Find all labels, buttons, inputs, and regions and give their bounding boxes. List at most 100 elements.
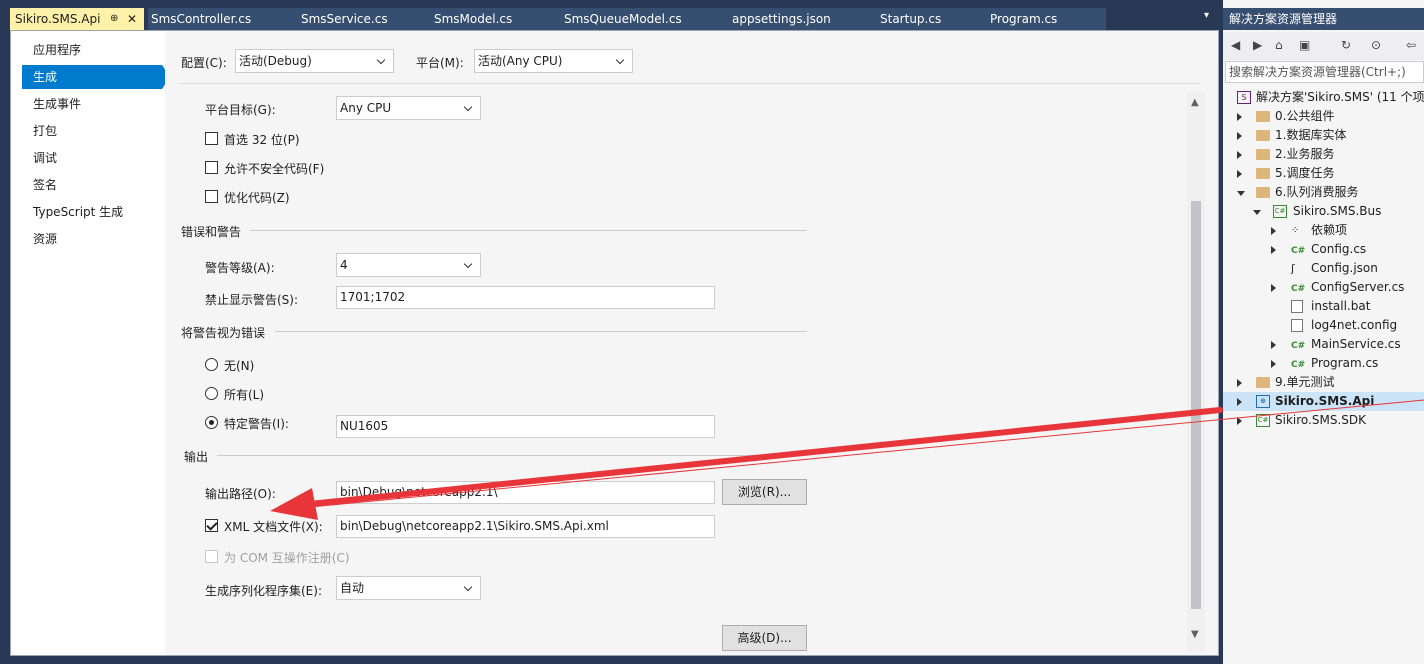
expand-icon[interactable] [1271, 360, 1276, 368]
tree-item-project-selected[interactable]: ⊕ Sikiro.SMS.Api [1223, 392, 1424, 411]
tree-item-file[interactable]: C# ConfigServer.cs [1223, 278, 1424, 297]
expand-icon[interactable] [1271, 246, 1276, 254]
prefer-32bit-checkbox[interactable] [205, 132, 218, 145]
nav-build-events[interactable]: 生成事件 [22, 92, 162, 116]
nav-resources[interactable]: 资源 [22, 227, 162, 251]
optimize-code-checkbox[interactable] [205, 190, 218, 203]
tab-smsmodel[interactable]: SmsModel.cs [434, 8, 512, 30]
nav-debug[interactable]: 调试 [22, 146, 162, 170]
serialization-value: 自动 [340, 581, 365, 595]
tab-sikiro-sms-api[interactable]: Sikiro.SMS.Api ⊕ ✕ [10, 8, 144, 30]
advanced-button[interactable]: 高级(D)... [722, 625, 807, 651]
expand-icon[interactable] [1237, 170, 1242, 178]
browse-button[interactable]: 浏览(R)... [722, 479, 807, 505]
collapse-icon[interactable] [1253, 210, 1261, 215]
configuration-select[interactable]: 活动(Debug) [235, 49, 394, 73]
platform-value: 活动(Any CPU) [478, 54, 563, 68]
suppress-warnings-input[interactable]: 1701;1702 [336, 286, 715, 309]
tab-appsettings[interactable]: appsettings.json [732, 8, 831, 30]
expand-icon[interactable] [1237, 113, 1242, 121]
scroll-thumb[interactable] [1191, 201, 1201, 609]
tree-item-folder-open[interactable]: 6.队列消费服务 [1223, 183, 1424, 202]
tree-item-project[interactable]: C# Sikiro.SMS.Bus [1223, 202, 1424, 221]
tree-item-project[interactable]: C# Sikiro.SMS.SDK [1223, 411, 1424, 430]
section-divider [217, 455, 807, 456]
tab-smscontroller[interactable]: SmsController.cs [151, 8, 251, 30]
tree-label: 0.公共组件 [1275, 109, 1335, 123]
tree-item-folder[interactable]: 5.调度任务 [1223, 164, 1424, 183]
expand-icon[interactable] [1237, 417, 1242, 425]
expand-icon[interactable] [1237, 132, 1242, 140]
tab-startup[interactable]: Startup.cs [880, 8, 941, 30]
scroll-down-icon[interactable]: ▼ [1191, 629, 1199, 640]
expand-icon[interactable] [1237, 379, 1242, 387]
tree-item-file[interactable]: install.bat [1223, 297, 1424, 316]
forward-icon[interactable]: ▶ [1253, 38, 1262, 52]
nav-build[interactable]: 生成 [22, 65, 170, 89]
output-path-input[interactable]: bin\Debug\netcoreapp2.1\ [336, 481, 715, 504]
sync-icon[interactable]: ↻ [1341, 38, 1351, 52]
serialization-label: 生成序列化程序集(E): [205, 584, 322, 598]
radio-all[interactable] [205, 387, 218, 400]
tree-item-folder[interactable]: 0.公共组件 [1223, 107, 1424, 126]
expand-icon[interactable] [1271, 284, 1276, 292]
tree-item-folder[interactable]: 2.业务服务 [1223, 145, 1424, 164]
tree-item-folder[interactable]: 1.数据库实体 [1223, 126, 1424, 145]
solution-search-input[interactable]: 搜索解决方案资源管理器(Ctrl+;) [1225, 61, 1424, 83]
serialization-select[interactable]: 自动 [336, 576, 481, 600]
platform-target-select[interactable]: Any CPU [336, 96, 481, 120]
expand-icon[interactable] [1237, 151, 1242, 159]
section-divider [250, 230, 807, 231]
expand-icon[interactable] [1237, 398, 1242, 406]
specific-warnings-input[interactable]: NU1605 [336, 415, 715, 438]
tab-smsqueuemodel[interactable]: SmsQueueModel.cs [564, 8, 682, 30]
radio-none[interactable] [205, 358, 218, 371]
tree-item-file[interactable]: C# Config.cs [1223, 240, 1424, 259]
allow-unsafe-checkbox[interactable] [205, 161, 218, 174]
tab-program[interactable]: Program.cs [990, 8, 1057, 30]
platform-select[interactable]: 活动(Any CPU) [474, 49, 633, 73]
chevron-down-icon [463, 577, 475, 599]
csharp-project-icon: C# [1273, 205, 1287, 218]
chevron-down-icon [615, 50, 627, 72]
pin-icon[interactable]: ⊕ [110, 8, 118, 30]
expand-icon[interactable] [1271, 227, 1276, 235]
expand-icon[interactable] [1271, 341, 1276, 349]
tree-item-file[interactable]: C# Program.cs [1223, 354, 1424, 373]
tree-label: 9.单元测试 [1275, 375, 1335, 389]
tab-overflow-dropdown-icon[interactable]: ▾ [1204, 10, 1209, 21]
chevron-down-icon [376, 50, 388, 72]
tree-item-file[interactable]: ʃ Config.json [1223, 259, 1424, 278]
switch-views-icon[interactable]: ▣ [1299, 38, 1310, 52]
xml-doc-path-input[interactable]: bin\Debug\netcoreapp2.1\Sikiro.SMS.Api.x… [336, 515, 715, 538]
tree-item-folder[interactable]: 9.单元测试 [1223, 373, 1424, 392]
warning-level-select[interactable]: 4 [336, 253, 481, 277]
nav-typescript-build[interactable]: TypeScript 生成 [22, 200, 162, 224]
tree-item-file[interactable]: C# MainService.cs [1223, 335, 1424, 354]
tree-item-solution[interactable]: S 解决方案'Sikiro.SMS' (11 个项 [1223, 88, 1424, 107]
tree-label: 6.队列消费服务 [1275, 185, 1359, 199]
allow-unsafe-label: 允许不安全代码(F) [224, 162, 325, 176]
tree-label: Config.json [1311, 261, 1378, 275]
vertical-scrollbar[interactable]: ▲ ▼ [1187, 91, 1205, 651]
collapse-all-icon[interactable]: ⇦ [1406, 38, 1416, 52]
collapse-icon[interactable] [1237, 191, 1245, 196]
close-icon[interactable]: ✕ [127, 8, 137, 30]
tree-item-dependencies[interactable]: ⁘ 依赖项 [1223, 221, 1424, 240]
radio-specific[interactable] [205, 416, 218, 429]
tab-label: Sikiro.SMS.Api [15, 12, 101, 26]
tree-item-file[interactable]: log4net.config [1223, 316, 1424, 335]
errors-warnings-heading: 错误和警告 [181, 225, 242, 239]
nav-signing[interactable]: 签名 [22, 173, 162, 197]
tab-smsservice[interactable]: SmsService.cs [301, 8, 388, 30]
nav-build-label: 生成 [33, 70, 58, 84]
home-icon[interactable]: ⌂ [1275, 38, 1283, 52]
xml-doc-checkbox[interactable] [205, 519, 218, 532]
pending-changes-icon[interactable]: ⊙ [1371, 38, 1381, 52]
nav-application[interactable]: 应用程序 [22, 38, 162, 62]
scroll-up-icon[interactable]: ▲ [1191, 97, 1199, 108]
com-interop-checkbox[interactable] [205, 550, 218, 563]
platform-label: 平台(M): [416, 56, 464, 70]
back-icon[interactable]: ◀ [1231, 38, 1240, 52]
nav-package[interactable]: 打包 [22, 119, 162, 143]
